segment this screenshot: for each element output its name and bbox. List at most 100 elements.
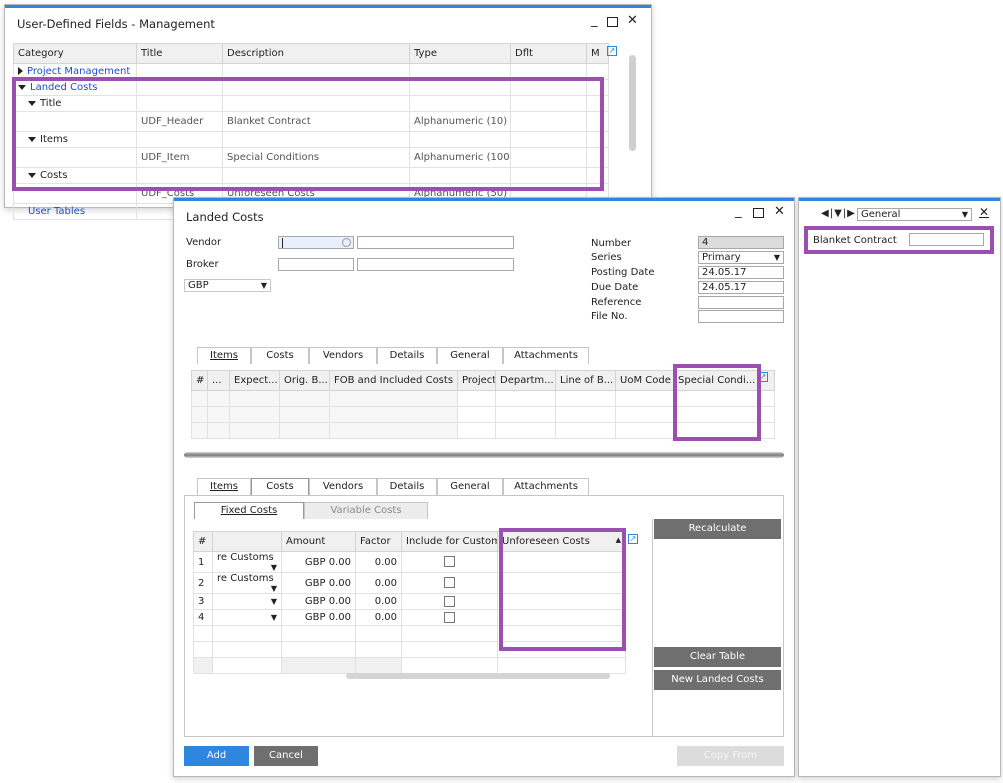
broker-code-input[interactable]: [278, 258, 354, 271]
table-row[interactable]: 4 ▼ GBP 0.00 0.00: [193, 609, 626, 626]
udf-row-field[interactable]: UDF_Item Special Conditions Alphanumeric…: [13, 147, 609, 168]
collapse-icon[interactable]: [28, 136, 36, 142]
tab-items[interactable]: Items: [197, 347, 251, 364]
col-num[interactable]: #: [193, 531, 213, 552]
expand-grid-icon[interactable]: ↗: [628, 534, 638, 544]
tab-general-bottom[interactable]: General: [437, 478, 503, 495]
category-link[interactable]: Project Management: [27, 66, 130, 77]
vertical-scrollbar[interactable]: [629, 55, 636, 151]
include-for-customs-checkbox[interactable]: [444, 577, 455, 589]
table-row[interactable]: [191, 390, 775, 407]
tab-vendors[interactable]: Vendors: [309, 347, 377, 364]
due-date-input[interactable]: 24.05.17: [698, 281, 784, 294]
col-category[interactable]: Category: [13, 43, 137, 64]
unforeseen-costs-cell[interactable]: [497, 551, 626, 573]
udf-row-costs-group[interactable]: Costs: [13, 167, 609, 184]
prev-icon[interactable]: ◀: [821, 208, 830, 219]
tab-items-bottom[interactable]: Items: [197, 478, 251, 495]
maximize-button[interactable]: [753, 208, 764, 218]
tab-costs-bottom[interactable]: Costs: [251, 478, 309, 495]
dropdown-arrow-icon[interactable]: ▼: [271, 597, 277, 606]
col-fob[interactable]: FOB and Included Costs: [329, 370, 458, 391]
subtab-variable-costs[interactable]: Variable Costs: [304, 502, 428, 519]
col-uom-code[interactable]: UoM Code: [615, 370, 674, 391]
clear-table-button[interactable]: Clear Table: [654, 647, 781, 667]
dropdown-arrow-icon[interactable]: ▼: [962, 210, 968, 219]
maximize-button[interactable]: [607, 17, 618, 27]
col-include-for-customs[interactable]: Include for Customs: [401, 531, 498, 552]
minimize-button[interactable]: _: [591, 14, 598, 27]
col-line-of-business[interactable]: Line of B...: [555, 370, 616, 391]
udf-row-project-management[interactable]: Project Management: [13, 63, 609, 80]
col-department[interactable]: Departm...: [495, 370, 556, 391]
table-row[interactable]: [191, 406, 775, 423]
nav-arrows[interactable]: ◀|▼|▶: [821, 208, 856, 219]
vendor-lookup-icon[interactable]: [342, 238, 351, 247]
col-orig[interactable]: Orig. B...: [279, 370, 330, 391]
vendor-code-input[interactable]: [278, 236, 354, 249]
col-description[interactable]: Description: [222, 43, 410, 64]
udf-row-title-group[interactable]: Title: [13, 95, 609, 112]
tab-attachments[interactable]: Attachments: [503, 347, 589, 364]
include-for-customs-checkbox[interactable]: [444, 611, 455, 623]
col-ellipsis[interactable]: ...: [207, 370, 230, 391]
expand-icon[interactable]: [18, 67, 23, 75]
collapse-icon[interactable]: [28, 172, 36, 178]
dropdown-arrow-icon[interactable]: ▼: [271, 613, 277, 622]
unforeseen-costs-cell[interactable]: [497, 593, 626, 610]
expand-grid-icon[interactable]: ↗: [758, 372, 768, 382]
col-m[interactable]: M: [586, 43, 609, 64]
unforeseen-costs-cell[interactable]: [497, 609, 626, 626]
tab-attachments-bottom[interactable]: Attachments: [503, 478, 589, 495]
subtab-fixed-costs[interactable]: Fixed Costs: [194, 502, 304, 519]
col-unforeseen-costs[interactable]: Unforeseen Costs ▲: [497, 531, 626, 552]
col-factor[interactable]: Factor: [355, 531, 402, 552]
category-link[interactable]: Landed Costs: [30, 82, 98, 93]
recalculate-button[interactable]: Recalculate: [654, 519, 781, 539]
cancel-button[interactable]: Cancel: [254, 746, 318, 766]
col-title[interactable]: Title: [136, 43, 223, 64]
collapse-icon[interactable]: [18, 84, 26, 90]
col-dflt[interactable]: Dflt: [510, 43, 587, 64]
pane-splitter[interactable]: [184, 452, 784, 458]
file-no-input[interactable]: [698, 310, 784, 323]
tab-costs[interactable]: Costs: [251, 347, 309, 364]
next-icon[interactable]: ▶: [847, 208, 856, 219]
tab-vendors-bottom[interactable]: Vendors: [309, 478, 377, 495]
col-num[interactable]: #: [191, 370, 208, 391]
broker-name-input[interactable]: [357, 258, 514, 271]
tab-details-bottom[interactable]: Details: [377, 478, 437, 495]
col-amount[interactable]: Amount: [281, 531, 356, 552]
close-button[interactable]: ✕: [627, 14, 638, 27]
col-cost-name[interactable]: [212, 531, 282, 552]
new-landed-costs-button[interactable]: New Landed Costs: [654, 670, 781, 690]
vendor-name-input[interactable]: [357, 236, 514, 249]
tab-details[interactable]: Details: [377, 347, 437, 364]
udf-row-items-group[interactable]: Items: [13, 131, 609, 148]
expand-grid-icon[interactable]: ↗: [607, 46, 617, 56]
dropdown-arrow-icon[interactable]: ▼: [261, 281, 267, 290]
udf-category-select[interactable]: General ▼: [857, 208, 972, 221]
category-link[interactable]: User Tables: [28, 206, 85, 217]
menu-arrow-icon[interactable]: ▼: [834, 208, 843, 219]
table-row[interactable]: [193, 641, 626, 658]
col-project[interactable]: Project: [457, 370, 496, 391]
table-row[interactable]: 2 re Customs ▼ GBP 0.00 0.00: [193, 572, 626, 594]
table-row[interactable]: [193, 625, 626, 642]
posting-date-input[interactable]: 24.05.17: [698, 266, 784, 279]
close-panel-icon[interactable]: ✕: [979, 205, 989, 219]
col-expected[interactable]: Expect...: [229, 370, 280, 391]
dropdown-arrow-icon[interactable]: ▼: [271, 563, 277, 572]
collapse-icon[interactable]: [28, 100, 36, 106]
copy-from-button[interactable]: Copy From: [677, 746, 784, 766]
horizontal-scrollbar[interactable]: [346, 673, 610, 679]
unforeseen-costs-cell[interactable]: [497, 572, 626, 594]
close-button[interactable]: ✕: [774, 205, 785, 218]
series-select[interactable]: Primary ▼: [698, 251, 784, 264]
include-for-customs-checkbox[interactable]: [444, 595, 455, 607]
col-type[interactable]: Type: [409, 43, 511, 64]
dropdown-arrow-icon[interactable]: ▼: [774, 253, 780, 262]
udf-row-landed-costs[interactable]: Landed Costs: [13, 79, 609, 96]
udf-row-field[interactable]: UDF_Header Blanket Contract Alphanumeric…: [13, 111, 609, 132]
reference-input[interactable]: [698, 296, 784, 309]
